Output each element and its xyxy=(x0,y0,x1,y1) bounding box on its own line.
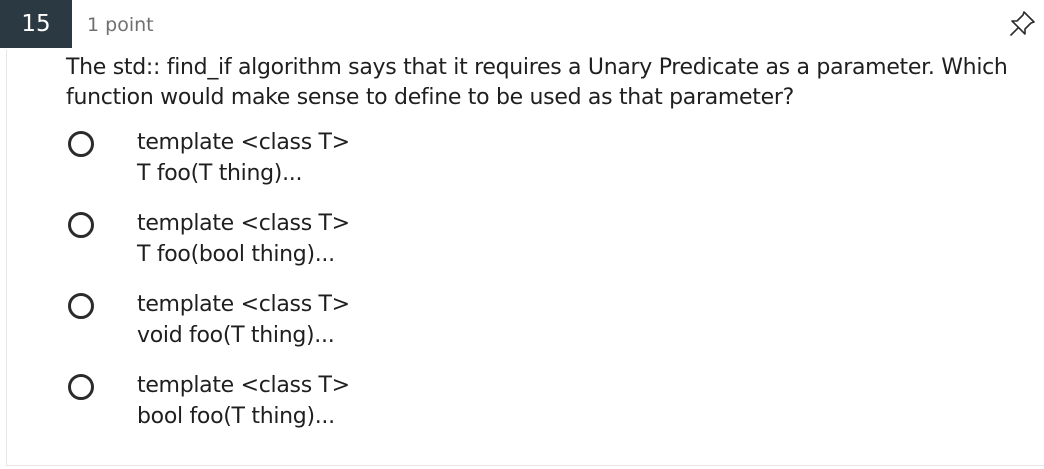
answer-option-2[interactable]: template <class T> T foo(bool thing)... xyxy=(66,209,666,279)
radio-button-1[interactable] xyxy=(68,131,94,157)
card-left-border xyxy=(6,50,7,466)
question-points: 1 point xyxy=(87,14,154,36)
question-text: The std:: find_if algorithm says that it… xyxy=(66,55,1008,110)
option-4-line-2: bool foo(T thing)... xyxy=(137,404,335,429)
quiz-question-card: 15 1 point The std:: find_if algorithm s… xyxy=(0,0,1044,469)
pin-icon[interactable] xyxy=(1005,7,1039,41)
question-number-badge: 15 xyxy=(0,0,72,48)
option-3-line-2: void foo(T thing)... xyxy=(137,323,335,348)
answer-option-4[interactable]: template <class T> bool foo(T thing)... xyxy=(66,371,666,441)
pin-icon-svg xyxy=(1010,11,1035,36)
answer-option-3[interactable]: template <class T> void foo(T thing)... xyxy=(66,290,666,360)
option-4-line-1: template <class T> xyxy=(137,373,350,398)
answer-option-1[interactable]: template <class T> T foo(T thing)... xyxy=(66,128,666,198)
option-3-line-1: template <class T> xyxy=(137,292,350,317)
radio-button-2[interactable] xyxy=(68,212,94,238)
card-bottom-border xyxy=(6,465,1044,466)
radio-button-3[interactable] xyxy=(68,293,94,319)
option-2-line-2: T foo(bool thing)... xyxy=(137,242,335,267)
option-1-line-1: template <class T> xyxy=(137,130,350,155)
option-1-line-2: T foo(T thing)... xyxy=(137,161,303,186)
question-number: 15 xyxy=(21,11,51,37)
radio-button-4[interactable] xyxy=(68,374,94,400)
option-2-line-1: template <class T> xyxy=(137,211,350,236)
